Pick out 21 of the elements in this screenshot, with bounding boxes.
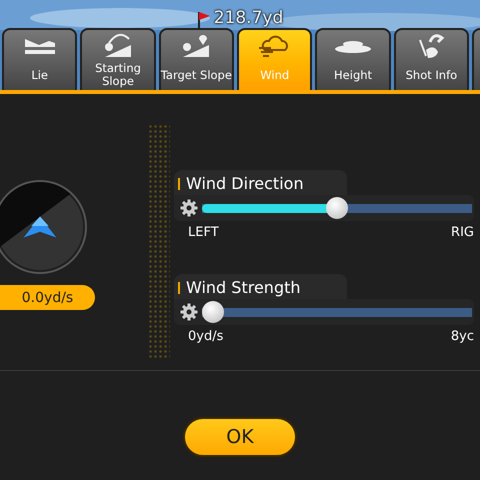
slider-label: Wind Direction [186, 174, 304, 193]
tab[interactable]: Starting Slope [80, 28, 156, 90]
gear-icon[interactable] [180, 199, 198, 217]
tab[interactable]: Target Slope [158, 28, 234, 90]
max-label: 8yc [450, 329, 474, 344]
tab[interactable]: Shot Info [394, 28, 470, 90]
gear-icon[interactable] [180, 303, 198, 321]
tab[interactable]: Height [315, 28, 391, 90]
tab[interactable]: Lie [2, 28, 78, 90]
min-label: 0yd/s [188, 329, 224, 344]
ok-button[interactable]: OK [183, 417, 297, 457]
max-label: RIG [451, 225, 474, 240]
min-label: LEFT [188, 225, 219, 240]
tab[interactable] [472, 28, 480, 90]
slider-label: Wind Strength [186, 278, 301, 297]
flag-icon [196, 10, 211, 28]
distance-label: 218.7yd [214, 8, 284, 28]
slider-thumb[interactable] [202, 301, 224, 323]
golf-club-icon [416, 32, 446, 60]
slider-thumb[interactable] [326, 197, 348, 219]
wind-speed-badge: 0.0yd/s [0, 285, 95, 310]
